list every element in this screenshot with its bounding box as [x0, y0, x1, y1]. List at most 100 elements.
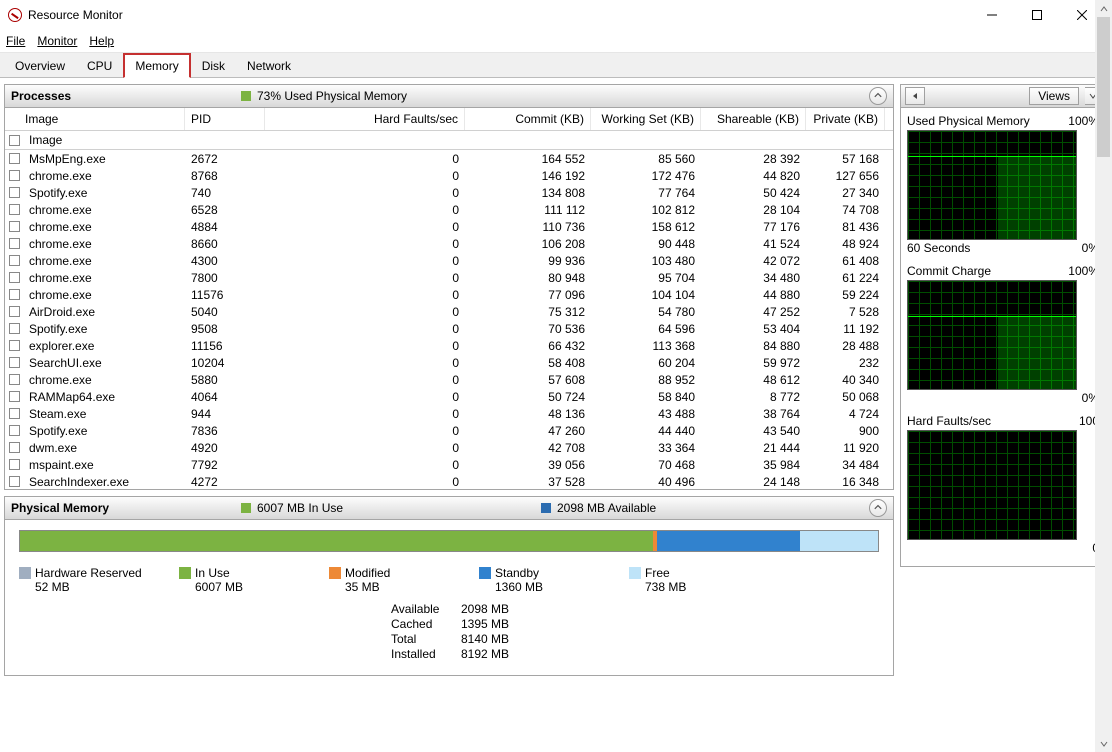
col-working-set[interactable]: Working Set (KB) — [591, 108, 701, 130]
cell-private: 74 708 — [806, 203, 885, 217]
cell-hard-faults: 0 — [265, 373, 465, 387]
nav-back-button[interactable] — [905, 87, 925, 105]
col-shareable[interactable]: Shareable (KB) — [701, 108, 806, 130]
table-row[interactable]: Spotify.exe9508070 53664 59653 40411 192 — [5, 320, 893, 337]
col-image[interactable]: Image — [5, 108, 185, 130]
tab-memory[interactable]: Memory — [123, 53, 190, 78]
cell-working-set: 64 596 — [591, 322, 701, 336]
graph-block: Used Physical Memory100%60 Seconds0% — [907, 112, 1099, 256]
cell-image: MsMpEng.exe — [23, 152, 185, 166]
table-row[interactable]: chrome.exe7800080 94895 70434 48061 224 — [5, 269, 893, 286]
table-row[interactable]: chrome.exe4300099 936103 48042 07261 408 — [5, 252, 893, 269]
cell-shareable: 59 972 — [701, 356, 806, 370]
menu-monitor[interactable]: Monitor — [37, 34, 77, 49]
cell-image: mspaint.exe — [23, 458, 185, 472]
table-row[interactable]: chrome.exe87680146 192172 47644 820127 6… — [5, 167, 893, 184]
cell-working-set: 58 840 — [591, 390, 701, 404]
row-checkbox[interactable] — [5, 340, 23, 351]
table-row[interactable]: Spotify.exe7400134 80877 76450 42427 340 — [5, 184, 893, 201]
row-checkbox[interactable] — [5, 323, 23, 334]
row-checkbox[interactable] — [5, 221, 23, 232]
table-row[interactable]: Steam.exe944048 13643 48838 7644 724 — [5, 405, 893, 422]
cell-working-set: 104 104 — [591, 288, 701, 302]
cell-working-set: 43 488 — [591, 407, 701, 421]
tab-disk[interactable]: Disk — [191, 54, 236, 78]
collapse-processes-button[interactable] — [869, 87, 887, 105]
physical-memory-title: Physical Memory — [11, 501, 241, 515]
cell-commit: 57 608 — [465, 373, 591, 387]
cell-commit: 80 948 — [465, 271, 591, 285]
table-row[interactable]: chrome.exe5880057 60888 95248 61240 340 — [5, 371, 893, 388]
col-commit[interactable]: Commit (KB) — [465, 108, 591, 130]
row-checkbox[interactable] — [5, 204, 23, 215]
scroll-up-button[interactable] — [1095, 0, 1112, 17]
row-checkbox[interactable] — [5, 272, 23, 283]
table-scrollbar[interactable] — [1095, 0, 1112, 752]
cell-shareable: 53 404 — [701, 322, 806, 336]
row-checkbox[interactable] — [5, 374, 23, 385]
menu-file[interactable]: File — [6, 34, 25, 49]
available-label: 2098 MB Available — [557, 501, 656, 515]
row-checkbox[interactable] — [5, 408, 23, 419]
table-row[interactable]: chrome.exe65280111 112102 81228 10474 70… — [5, 201, 893, 218]
table-row[interactable]: dwm.exe4920042 70833 36421 44411 920 — [5, 439, 893, 456]
row-checkbox[interactable] — [5, 357, 23, 368]
scroll-down-button[interactable] — [1095, 735, 1112, 752]
table-row[interactable]: chrome.exe48840110 736158 61277 17681 43… — [5, 218, 893, 235]
row-checkbox[interactable] — [5, 459, 23, 470]
row-checkbox[interactable] — [5, 476, 23, 487]
menu-help[interactable]: Help — [89, 34, 114, 49]
tab-network[interactable]: Network — [236, 54, 302, 78]
table-row[interactable]: MsMpEng.exe26720164 55285 56028 39257 16… — [5, 150, 893, 167]
row-checkbox[interactable] — [5, 153, 23, 164]
cell-working-set: 44 440 — [591, 424, 701, 438]
collapse-physical-button[interactable] — [869, 499, 887, 517]
views-button[interactable]: Views — [1029, 87, 1079, 105]
cell-shareable: 77 176 — [701, 220, 806, 234]
cell-working-set: 40 496 — [591, 475, 701, 489]
cell-pid: 5880 — [185, 373, 265, 387]
col-private[interactable]: Private (KB) — [806, 108, 885, 130]
table-row[interactable]: mspaint.exe7792039 05670 46835 98434 484 — [5, 456, 893, 473]
app-icon — [8, 8, 22, 22]
table-row[interactable]: AirDroid.exe5040075 31254 78047 2527 528 — [5, 303, 893, 320]
table-row[interactable]: Spotify.exe7836047 26044 44043 540900 — [5, 422, 893, 439]
row-checkbox[interactable] — [5, 289, 23, 300]
row-checkbox[interactable] — [5, 170, 23, 181]
table-row[interactable]: chrome.exe11576077 096104 10444 88059 22… — [5, 286, 893, 303]
table-row[interactable]: RAMMap64.exe4064050 72458 8408 77250 068 — [5, 388, 893, 405]
scroll-thumb[interactable] — [1097, 17, 1110, 157]
col-pid[interactable]: PID — [185, 108, 265, 130]
row-checkbox[interactable] — [5, 306, 23, 317]
row-checkbox[interactable] — [5, 238, 23, 249]
cell-image: chrome.exe — [23, 203, 185, 217]
minimize-button[interactable] — [969, 0, 1014, 30]
table-row[interactable]: explorer.exe11156066 432113 36884 88028 … — [5, 337, 893, 354]
maximize-button[interactable] — [1014, 0, 1059, 30]
legend-standby: Standby 1360 MB — [479, 566, 629, 594]
tab-cpu[interactable]: CPU — [76, 54, 123, 78]
row-checkbox[interactable] — [5, 391, 23, 402]
legend-free: Free 738 MB — [629, 566, 779, 594]
select-all-checkbox[interactable] — [5, 135, 23, 146]
row-checkbox[interactable] — [5, 425, 23, 436]
row-checkbox[interactable] — [5, 255, 23, 266]
cell-shareable: 34 480 — [701, 271, 806, 285]
cell-shareable: 41 524 — [701, 237, 806, 251]
table-row[interactable]: SearchUI.exe10204058 40860 20459 972232 — [5, 354, 893, 371]
row-checkbox[interactable] — [5, 442, 23, 453]
cell-private: 40 340 — [806, 373, 885, 387]
tab-overview[interactable]: Overview — [4, 54, 76, 78]
cell-image: chrome.exe — [23, 271, 185, 285]
row-checkbox[interactable] — [5, 187, 23, 198]
cell-pid: 7800 — [185, 271, 265, 285]
cell-pid: 11156 — [185, 339, 265, 353]
cell-hard-faults: 0 — [265, 356, 465, 370]
table-row[interactable]: chrome.exe86600106 20890 44841 52448 924 — [5, 235, 893, 252]
col-hard-faults[interactable]: Hard Faults/sec — [265, 108, 465, 130]
cell-hard-faults: 0 — [265, 254, 465, 268]
physical-memory-header[interactable]: Physical Memory 6007 MB In Use 2098 MB A… — [4, 496, 894, 520]
cell-shareable: 47 252 — [701, 305, 806, 319]
table-row[interactable]: SearchIndexer.exe4272037 52840 49624 148… — [5, 473, 893, 489]
processes-header[interactable]: Processes 73% Used Physical Memory — [4, 84, 894, 108]
